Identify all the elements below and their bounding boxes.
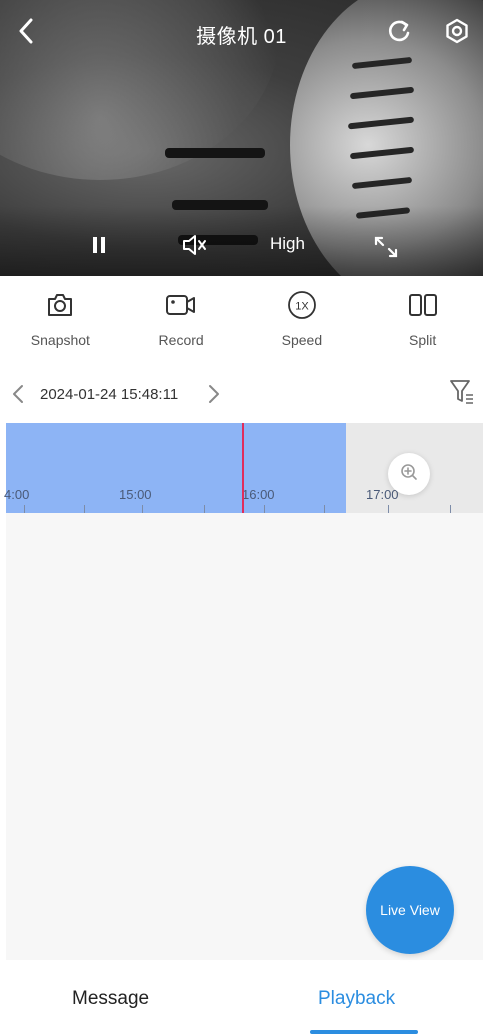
speed-label: Speed: [281, 332, 323, 348]
timeline-tick: [450, 505, 451, 513]
next-date-icon[interactable]: [208, 384, 220, 409]
mute-icon[interactable]: [182, 234, 208, 261]
tab-message[interactable]: Message: [72, 988, 149, 1010]
timeline-tick: [24, 505, 25, 513]
split-label: Split: [409, 332, 437, 348]
speed-badge: 1X: [295, 301, 309, 313]
quality-toggle[interactable]: High: [270, 234, 305, 254]
timeline-label: 16:00: [242, 487, 275, 502]
split-screen-icon: [408, 290, 438, 320]
settings-icon[interactable]: [444, 18, 470, 49]
previous-date-icon[interactable]: [12, 384, 24, 409]
timeline-tick: [204, 505, 205, 513]
video-frame-slot: [165, 148, 265, 158]
timeline-zoom-button[interactable]: [388, 453, 430, 495]
timeline-tick: [84, 505, 85, 513]
timeline-tick: [388, 505, 389, 513]
current-datetime[interactable]: 2024-01-24 15:48:11: [40, 386, 178, 403]
split-button[interactable]: Split: [368, 276, 478, 366]
video-record-icon: [165, 290, 197, 320]
speed-1x-icon: 1X: [287, 290, 317, 320]
active-tab-indicator: [310, 1030, 418, 1034]
zoom-in-icon: [400, 463, 418, 486]
pause-icon[interactable]: [92, 236, 106, 259]
filter-icon[interactable]: [449, 378, 475, 411]
speed-button[interactable]: 1X Speed: [247, 276, 357, 366]
timeline-tick: [324, 505, 325, 513]
refresh-icon[interactable]: [386, 18, 412, 49]
snapshot-label: Snapshot: [30, 332, 90, 348]
recorded-segment: [6, 423, 346, 513]
fullscreen-icon[interactable]: [374, 236, 398, 263]
snapshot-button[interactable]: Snapshot: [5, 276, 115, 366]
video-player[interactable]: 摄像机 01 High: [0, 0, 483, 276]
timeline-label: 15:00: [119, 487, 152, 502]
video-bottom-shade: [0, 206, 483, 276]
playback-toolbar: Snapshot Record 1X Speed Split: [0, 276, 483, 366]
camera-icon: [46, 290, 74, 320]
record-label: Record: [158, 332, 204, 348]
live-view-button[interactable]: Live View: [366, 866, 454, 954]
record-button[interactable]: Record: [126, 276, 236, 366]
bottom-navigation: Message Playback: [0, 980, 483, 1036]
timeline-tick: [142, 505, 143, 513]
timeline-label: 4:00: [4, 487, 30, 502]
timeline-tick: [264, 505, 265, 513]
date-selector: 2024-01-24 15:48:11: [0, 372, 483, 418]
playhead-cursor[interactable]: [242, 423, 244, 513]
tab-playback[interactable]: Playback: [318, 988, 395, 1010]
